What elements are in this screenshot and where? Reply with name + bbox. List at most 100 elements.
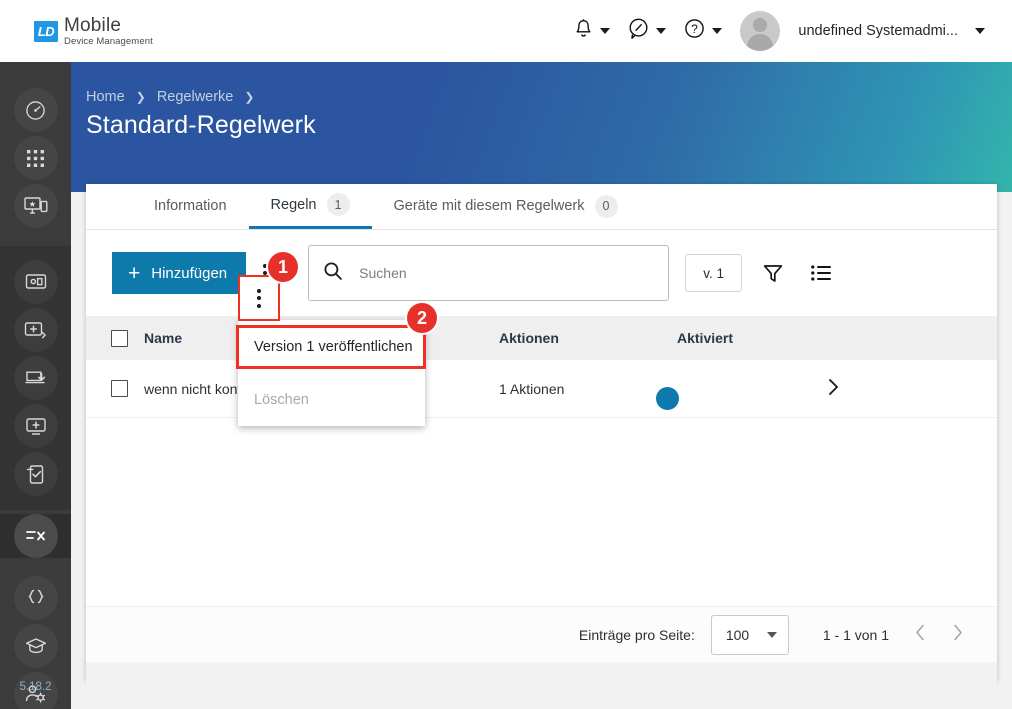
chevron-down-icon <box>975 28 985 34</box>
list-view-icon[interactable] <box>804 256 838 290</box>
row-actions: 1 Aktionen <box>499 380 565 397</box>
column-header-enabled[interactable]: Aktiviert <box>677 330 827 346</box>
column-header-actions[interactable]: Aktionen <box>499 330 677 346</box>
monitor-dot-icon <box>25 273 47 291</box>
per-page-value: 100 <box>725 626 750 643</box>
search-box[interactable] <box>308 245 670 301</box>
svg-text:?: ? <box>692 22 699 36</box>
chevron-down-icon <box>712 28 723 34</box>
feedback-menu[interactable] <box>619 12 675 50</box>
publish-version-menu-item[interactable]: Version 1 veröffentlichen <box>238 320 425 373</box>
breadcrumb-separator-icon: ❯ <box>135 90 146 104</box>
annotation-badge-1: 1 <box>266 250 300 284</box>
delete-menu-item: Löschen <box>254 391 309 408</box>
sidebar-item-device-groups[interactable] <box>13 260 58 304</box>
sidebar-item-training[interactable] <box>13 624 58 668</box>
row-detail-cell <box>827 378 997 399</box>
user-menu[interactable]: undefined Systemadmi... <box>731 5 994 57</box>
tab-geraete-label: Geräte mit diesem Regelwerk <box>393 198 585 214</box>
add-button[interactable]: + Hinzufügen <box>112 252 247 294</box>
breadcrumb-item-regelwerke[interactable]: Regelwerke <box>157 89 234 105</box>
search-icon <box>323 261 343 286</box>
table-empty-area <box>86 418 997 606</box>
sidebar-item-compliance[interactable] <box>13 452 58 496</box>
notifications-menu[interactable] <box>565 12 619 51</box>
search-input[interactable] <box>359 265 655 281</box>
table-header-row: Name Aktionen Aktiviert <box>86 316 997 360</box>
help-menu[interactable]: ? <box>675 12 731 50</box>
tab-geraete-badge: 0 <box>594 194 618 218</box>
plus-icon: + <box>128 261 141 285</box>
sidebar: 5.18.2 <box>0 62 71 709</box>
annotation-badge-2: 2 <box>405 301 439 335</box>
chevron-down-icon <box>600 28 611 34</box>
user-name: undefined Systemadmi... <box>798 23 958 39</box>
filter-icon[interactable] <box>756 256 790 290</box>
sidebar-group-primary <box>0 62 71 246</box>
sidebar-item-add-profile[interactable] <box>13 404 58 448</box>
sidebar-item-api[interactable] <box>13 576 58 620</box>
table-footer: Einträge pro Seite: 100 1 - 1 von 1 <box>86 606 997 662</box>
card-bottom-strip <box>86 662 997 698</box>
sidebar-active-band <box>0 514 71 558</box>
monitor-plus-arrow-icon <box>24 321 47 340</box>
gauge-icon <box>25 100 46 121</box>
tab-regeln-badge: 1 <box>326 193 350 216</box>
application-window: LD Mobile Device Management ? undefined … <box>0 0 1012 709</box>
select-all-checkbox[interactable] <box>110 329 128 347</box>
app-logo[interactable]: LD Mobile Device Management <box>34 16 153 47</box>
select-all-checkbox-cell <box>86 329 144 347</box>
sidebar-item-policies[interactable] <box>13 514 58 558</box>
sidebar-item-devices-overview[interactable] <box>13 184 58 228</box>
sidebar-item-enrollment[interactable] <box>13 356 58 400</box>
bell-icon <box>574 18 593 45</box>
context-menu: Version 1 veröffentlichen Löschen <box>238 320 425 426</box>
monitor-plus-icon <box>25 417 47 436</box>
tab-regeln[interactable]: Regeln 1 <box>248 183 372 229</box>
breadcrumb-item-home[interactable]: Home <box>86 89 125 105</box>
breadcrumb-separator-icon: ❯ <box>244 90 255 104</box>
chevron-down-icon <box>766 631 777 638</box>
tab-bar: Information Regeln 1 Geräte mit diesem R… <box>86 184 997 230</box>
table-row[interactable]: wenn nicht konform 1 Aktionen <box>86 360 997 418</box>
breadcrumb: Home ❯ Regelwerke ❯ <box>86 89 261 105</box>
tab-regeln-label: Regeln <box>270 196 317 213</box>
per-page-label: Einträge pro Seite: <box>578 626 695 643</box>
devices-star-icon <box>23 196 48 216</box>
chevron-right-icon[interactable] <box>827 378 840 399</box>
sidebar-item-dashboard[interactable] <box>13 88 58 132</box>
row-checkbox[interactable] <box>110 380 128 397</box>
sidebar-item-apps[interactable] <box>13 136 58 180</box>
grid-apps-icon <box>26 149 45 168</box>
row-checkbox-cell <box>86 380 144 397</box>
add-button-label: Hinzufügen <box>151 264 228 282</box>
logo-mark-icon: LD <box>34 20 58 42</box>
version-button[interactable]: v. 1 <box>685 254 743 292</box>
braces-icon <box>26 589 46 607</box>
pagination-prev-button[interactable] <box>915 624 926 646</box>
page-title: Standard-Regelwerk <box>86 111 316 139</box>
compass-icon <box>628 18 649 44</box>
question-circle-icon: ? <box>684 18 705 44</box>
tab-information-label: Information <box>154 198 227 214</box>
pagination-next-button[interactable] <box>952 624 963 646</box>
tab-geraete[interactable]: Geräte mit diesem Regelwerk 0 <box>372 183 640 229</box>
tab-information[interactable]: Information <box>132 183 249 229</box>
chevron-down-icon <box>656 28 667 34</box>
logo-title: Mobile <box>64 14 122 36</box>
pagination-range: 1 - 1 von 1 <box>822 626 889 643</box>
top-bar-actions: ? undefined Systemadmi... <box>565 5 994 57</box>
app-version: 5.18.2 <box>19 681 52 693</box>
content-card: Information Regeln 1 Geräte mit diesem R… <box>86 184 997 698</box>
device-check-icon <box>26 464 46 485</box>
sidebar-item-add-device[interactable] <box>13 308 58 352</box>
avatar <box>740 11 781 51</box>
rules-icon <box>25 527 47 545</box>
top-bar: LD Mobile Device Management ? undefined … <box>0 0 1012 62</box>
per-page-select[interactable]: 100 <box>710 614 789 655</box>
monitor-download-icon <box>24 369 47 388</box>
graduation-cap-icon <box>25 637 47 655</box>
more-options-icon-overlay[interactable] <box>240 277 278 319</box>
table-toolbar: + Hinzufügen v. 1 <box>86 230 997 316</box>
sidebar-group-device-actions <box>0 246 71 510</box>
